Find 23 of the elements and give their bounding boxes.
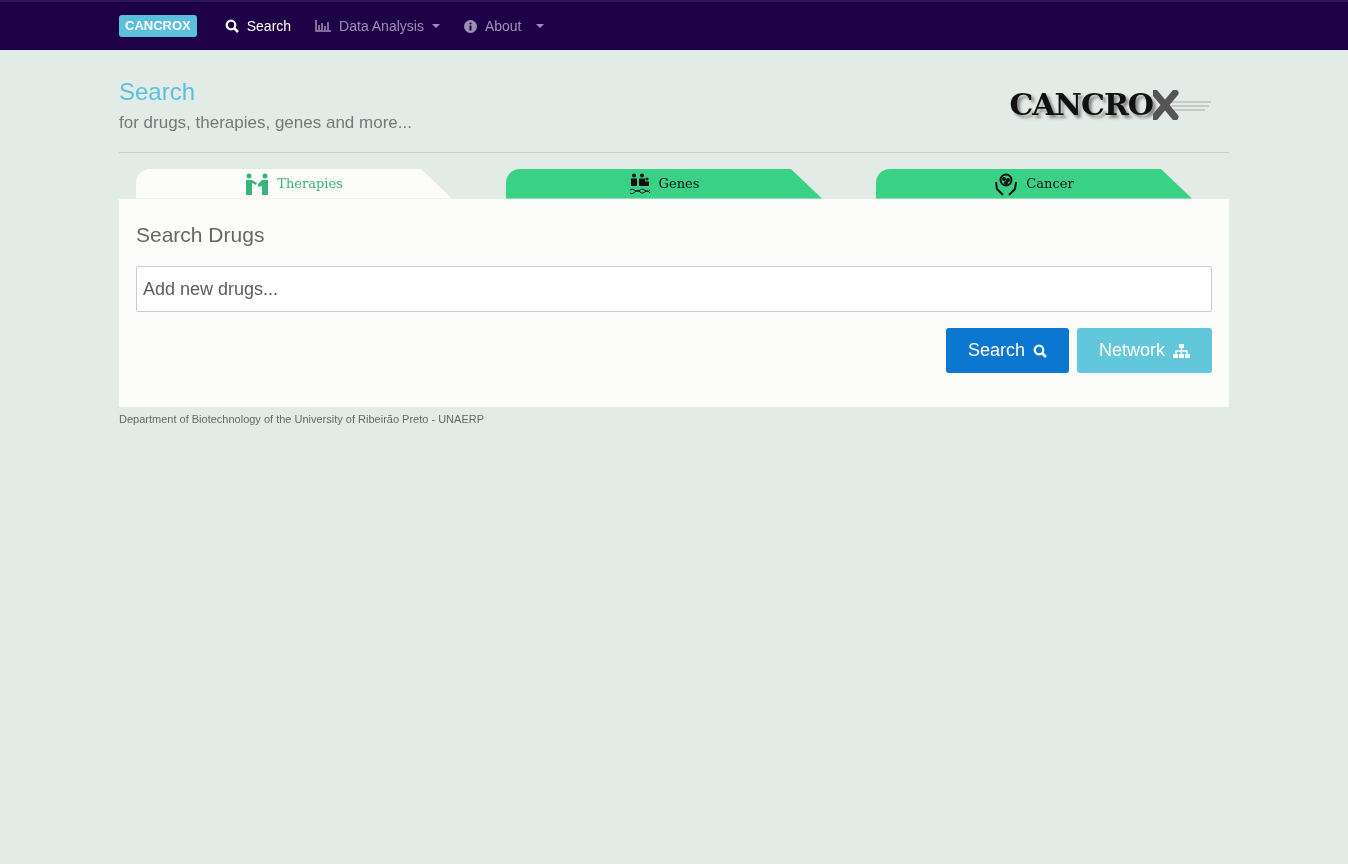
panel-title: Search Drugs bbox=[136, 221, 266, 248]
tab[interactable]: Genes bbox=[506, 168, 822, 199]
search-icon bbox=[1033, 343, 1047, 358]
nav-link[interactable]: Search bbox=[212, 15, 304, 37]
action-button[interactable]: Search bbox=[945, 328, 1069, 373]
caret-icon bbox=[535, 24, 544, 28]
caret-icon bbox=[431, 24, 440, 28]
network-icon bbox=[1173, 343, 1190, 358]
family-dna-icon bbox=[628, 172, 651, 195]
page-title: Search bbox=[119, 77, 197, 107]
logo-x-drawing bbox=[1153, 89, 1213, 120]
page-subtitle: for drugs, therapies, genes and more... bbox=[119, 112, 412, 134]
nav-link[interactable]: About bbox=[451, 15, 556, 37]
info-icon bbox=[463, 19, 477, 33]
drug-search-field[interactable]: Add new drugs... bbox=[136, 266, 1212, 312]
hands-cell-icon bbox=[994, 171, 1019, 196]
tab[interactable]: Cancer bbox=[876, 168, 1192, 199]
logo-text: CANCRO bbox=[1009, 86, 1153, 125]
search-icon bbox=[224, 19, 239, 33]
people-icon bbox=[245, 172, 270, 195]
bar-chart-icon bbox=[315, 20, 332, 32]
footer-text: Department of Biotechnology of the University of Ribeirão Preto - UNAERP bbox=[119, 412, 485, 427]
nav-link[interactable]: Data Analysis bbox=[303, 15, 452, 37]
